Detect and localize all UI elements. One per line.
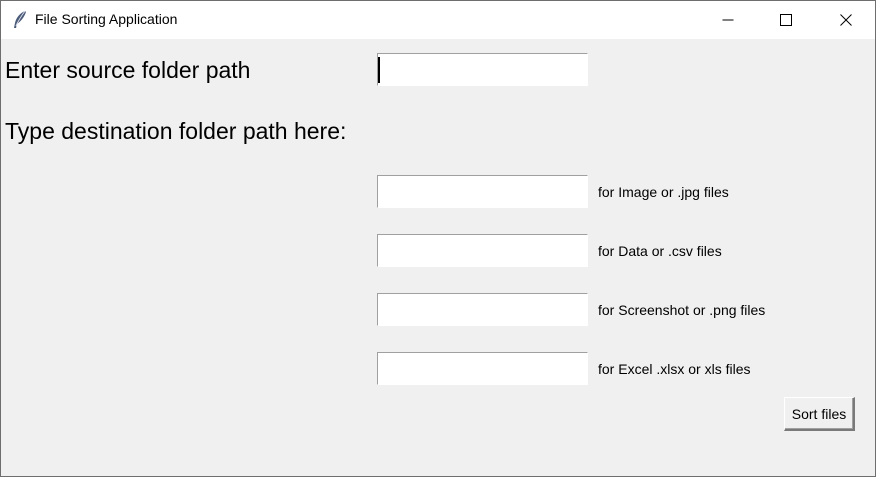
data-folder-input[interactable] [377, 234, 588, 267]
title-bar[interactable]: File Sorting Application [1, 1, 875, 39]
data-folder-label: for Data or .csv files [598, 243, 722, 259]
destination-heading: Type destination folder path here: [5, 118, 347, 144]
source-folder-label: Enter source folder path [5, 57, 251, 83]
maximize-icon [780, 14, 792, 26]
close-button[interactable] [817, 1, 875, 39]
image-folder-label: for Image or .jpg files [598, 184, 729, 200]
close-icon [840, 14, 852, 26]
excel-folder-input[interactable] [377, 352, 588, 385]
excel-folder-label: for Excel .xlsx or xls files [598, 361, 751, 377]
image-folder-input[interactable] [377, 175, 588, 208]
screenshot-folder-input[interactable] [377, 293, 588, 326]
app-window: File Sorting Application Enter source fo… [0, 0, 876, 477]
window-title: File Sorting Application [35, 11, 178, 27]
sort-files-button[interactable]: Sort files [784, 397, 855, 431]
minimize-button[interactable] [699, 1, 757, 39]
screenshot-folder-label: for Screenshot or .png files [598, 302, 766, 318]
maximize-button[interactable] [757, 1, 815, 39]
source-folder-input[interactable] [377, 53, 588, 86]
minimize-icon [722, 14, 734, 26]
text-caret [378, 57, 380, 83]
feather-icon [11, 10, 29, 30]
main-content: Enter source folder path Type destinatio… [1, 39, 875, 476]
